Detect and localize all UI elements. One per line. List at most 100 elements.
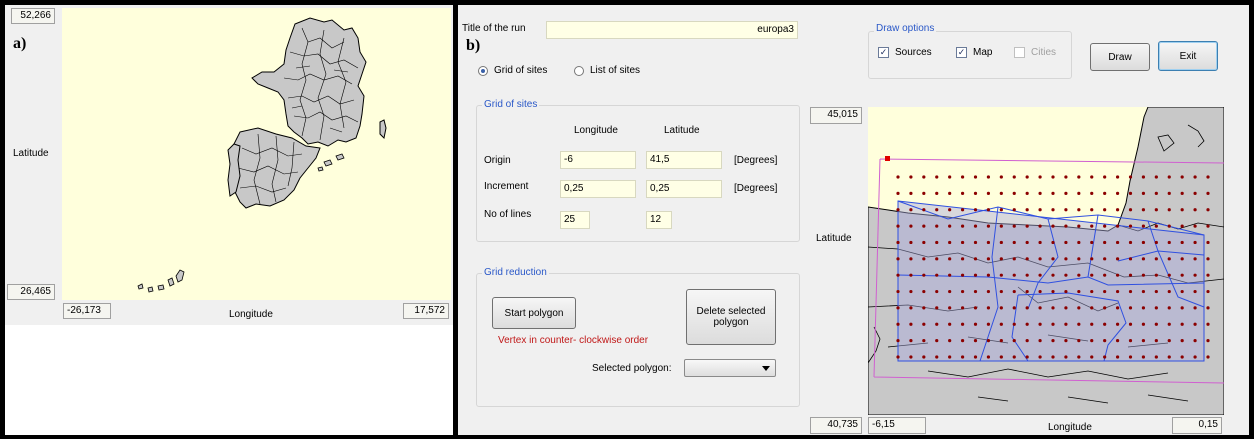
grid-site-dot	[1025, 224, 1029, 228]
check-icon: ✓	[878, 47, 889, 58]
grid-site-dot	[1051, 240, 1055, 245]
grid-site-dot	[960, 257, 965, 261]
grid-site-dot	[1167, 289, 1171, 294]
grid-site-dot	[1167, 273, 1171, 277]
grid-site-dot	[1038, 355, 1042, 359]
map-canvas-b[interactable]	[868, 107, 1224, 415]
longitude-axis-label: Longitude	[229, 309, 273, 320]
grid-of-sites-radio[interactable]: Grid of sites	[478, 65, 547, 76]
grid-site-dot	[999, 322, 1003, 326]
no-of-lines-label: No of lines	[484, 209, 532, 220]
origin-longitude-input[interactable]: -6	[560, 151, 636, 169]
grid-site-dot	[1077, 175, 1081, 179]
grid-site-dot	[1038, 257, 1042, 261]
start-polygon-button[interactable]: Start polygon	[492, 297, 576, 329]
grid-site-dot	[922, 240, 926, 245]
increment-latitude-input[interactable]: 0,25	[646, 180, 722, 198]
grid-site-dot	[1141, 306, 1146, 310]
grid-site-dot	[1012, 273, 1016, 277]
grid-site-dot	[948, 273, 952, 277]
grid-site-dot	[1128, 224, 1133, 228]
grid-site-dot	[948, 322, 952, 326]
list-of-sites-radio[interactable]: List of sites	[574, 65, 640, 76]
lines-longitude-input[interactable]: 25	[560, 211, 590, 229]
grid-site-dot	[909, 175, 913, 179]
grid-site-dot	[1141, 224, 1146, 228]
grid-site-dot	[1206, 240, 1210, 245]
grid-site-dot	[1077, 289, 1081, 294]
chevron-down-icon	[762, 366, 770, 371]
selected-polygon-select[interactable]	[684, 359, 776, 377]
grid-site-dot	[1051, 355, 1055, 359]
grid-site-dot	[1103, 339, 1107, 343]
grid-site-dot	[948, 224, 952, 228]
grid-site-dot	[1012, 322, 1016, 326]
grid-of-sites-group	[476, 105, 800, 242]
grid-site-dot	[1025, 273, 1029, 277]
grid-site-dot	[1167, 355, 1171, 359]
grid-site-dot	[1090, 273, 1094, 277]
cities-label: Cities	[1031, 47, 1057, 58]
grid-site-dot	[1064, 273, 1068, 277]
grid-site-dot	[1103, 224, 1107, 228]
grid-site-dot	[1012, 175, 1016, 179]
grid-site-dot	[1180, 257, 1184, 261]
exit-button[interactable]: Exit	[1158, 41, 1218, 71]
grid-site-dot	[935, 208, 939, 212]
grid-site-dot	[1025, 240, 1029, 245]
grid-site-dot	[999, 191, 1003, 195]
draw-button[interactable]: Draw	[1090, 43, 1150, 71]
grid-site-dot	[1077, 208, 1081, 212]
grid-site-dot	[922, 289, 926, 294]
grid-site-dot	[1090, 322, 1094, 326]
grid-site-dot	[1206, 322, 1210, 326]
grid-site-dot	[1025, 289, 1029, 294]
grid-site-dot	[1154, 224, 1158, 228]
map-longitude-min-value: -6,15	[868, 417, 926, 434]
grid-site-dot	[1167, 306, 1171, 310]
delete-selected-polygon-button[interactable]: Delete selected polygon	[686, 289, 776, 345]
grid-site-dot	[1128, 289, 1133, 294]
grid-site-dot	[1115, 240, 1120, 245]
increment-longitude-input[interactable]: 0,25	[560, 180, 636, 198]
grid-site-dot	[1115, 322, 1120, 326]
origin-unit: [Degrees]	[734, 155, 778, 166]
grid-site-dot	[1193, 240, 1197, 245]
grid-site-dot	[948, 355, 952, 359]
grid-site-dot	[1180, 175, 1184, 179]
origin-latitude-input[interactable]: 41,5	[646, 151, 722, 169]
grid-site-dot	[960, 339, 965, 343]
map-canvas-a[interactable]	[62, 8, 451, 300]
grid-site-dot	[1077, 257, 1081, 261]
grid-site-dot	[1115, 208, 1120, 212]
grid-site-dot	[896, 208, 900, 212]
grid-site-dot	[1154, 289, 1158, 294]
grid-site-dot	[1167, 339, 1171, 343]
grid-site-dot	[1025, 339, 1029, 343]
sources-checkbox[interactable]: ✓ Sources	[878, 47, 932, 58]
grid-site-dot	[1206, 224, 1210, 228]
grid-site-dot	[948, 191, 952, 195]
grid-site-dot	[896, 240, 900, 245]
grid-site-dot	[986, 289, 991, 294]
increment-unit: [Degrees]	[734, 183, 778, 194]
grid-site-dot	[1128, 306, 1133, 310]
grid-site-dot	[948, 289, 952, 294]
grid-site-dot	[1077, 273, 1081, 277]
grid-site-dot	[1012, 208, 1016, 212]
grid-site-dot	[986, 355, 991, 359]
grid-site-dot	[922, 257, 926, 261]
grid-site-dot	[922, 224, 926, 228]
grid-site-dot	[999, 257, 1003, 261]
grid-site-dot	[909, 339, 913, 343]
grid-site-dot	[1064, 208, 1068, 212]
grid-site-dot	[1064, 257, 1068, 261]
grid-site-dot	[1103, 355, 1107, 359]
grid-site-dot	[1077, 224, 1081, 228]
grid-site-dot	[1038, 175, 1042, 179]
map-checkbox[interactable]: ✓ Map	[956, 47, 992, 58]
run-title-input[interactable]: europa3	[546, 21, 798, 39]
grid-site-dot	[1115, 257, 1120, 261]
lines-latitude-input[interactable]: 12	[646, 211, 672, 229]
grid-site-dot	[896, 289, 900, 294]
